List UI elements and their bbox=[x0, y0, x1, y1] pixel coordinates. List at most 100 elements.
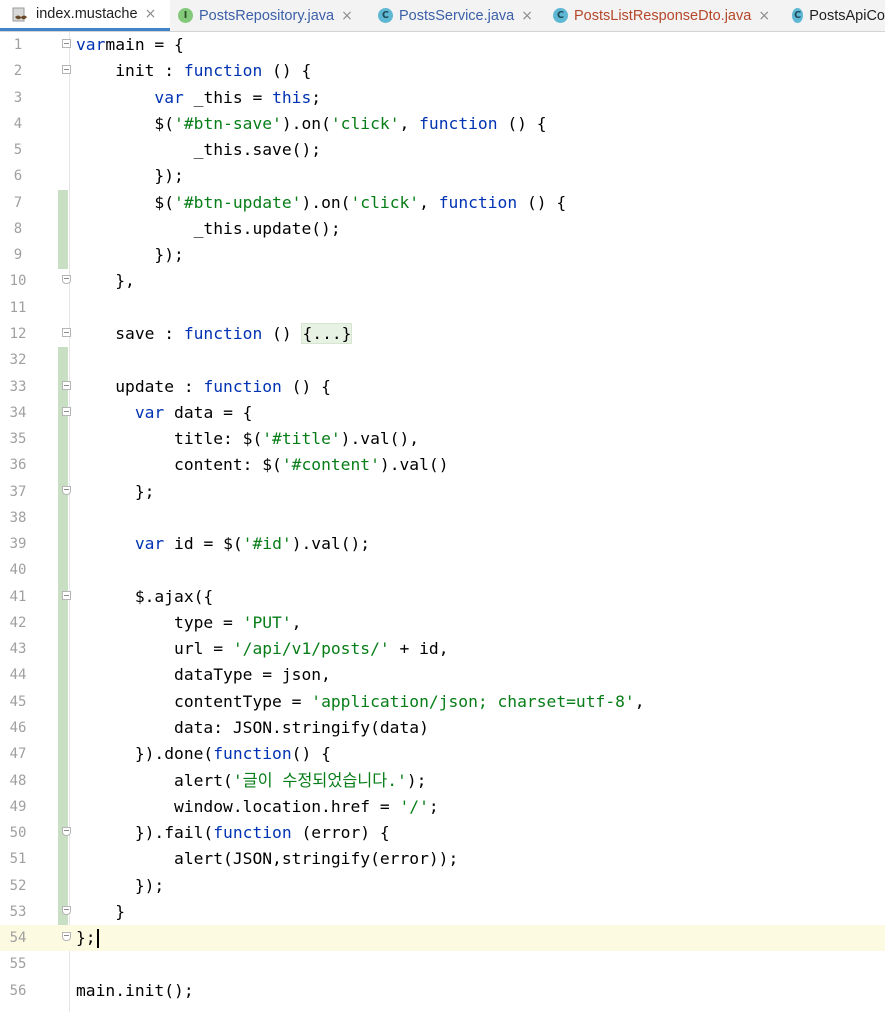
tab-label: index.mustache bbox=[36, 6, 138, 22]
line-number: 55 bbox=[9, 956, 27, 973]
code-text: url = '/api/v1/posts/' + id, bbox=[76, 639, 449, 659]
fold-marker-icon[interactable] bbox=[62, 827, 71, 837]
keyword-token: var bbox=[154, 87, 184, 107]
tab-label: PostsRepository.java bbox=[199, 7, 335, 24]
code-text: type = 'PUT', bbox=[76, 613, 301, 633]
fold-marker-icon[interactable] bbox=[62, 905, 71, 915]
folded-code-block[interactable]: {...} bbox=[301, 322, 353, 344]
code-line[interactable]: 43 url = '/api/v1/posts/' + id, bbox=[0, 636, 885, 662]
code-token: type = bbox=[76, 612, 243, 632]
code-text: }, bbox=[76, 271, 135, 291]
line-number: 48 bbox=[9, 772, 27, 789]
fold-marker-icon[interactable] bbox=[62, 485, 71, 495]
code-line[interactable]: 10 }, bbox=[0, 268, 885, 294]
code-line[interactable]: 50 }).fail(function (error) { bbox=[0, 820, 885, 846]
fold-marker-icon[interactable] bbox=[62, 406, 71, 416]
code-line[interactable]: 36 content: $('#content').val() bbox=[0, 452, 885, 478]
close-icon[interactable]: × bbox=[341, 8, 353, 24]
code-text: update : function () { bbox=[76, 377, 331, 397]
code-line[interactable]: 33 update : function () { bbox=[0, 374, 885, 400]
code-line[interactable]: 44 dataType = json, bbox=[0, 662, 885, 688]
code-line[interactable]: 42 type = 'PUT', bbox=[0, 610, 885, 636]
code-token: ; bbox=[311, 87, 322, 107]
code-line[interactable]: 54}; bbox=[0, 925, 885, 952]
code-line[interactable]: 40 bbox=[0, 557, 885, 583]
code-token: save : bbox=[76, 323, 184, 343]
code-token: alert( bbox=[76, 770, 233, 790]
code-text: contentType = 'application/json; charset… bbox=[76, 692, 645, 712]
tab-posts-repository[interactable]: I PostsRepository.java × bbox=[178, 0, 368, 31]
code-token: () { bbox=[517, 192, 567, 212]
code-line[interactable]: 41 $.ajax({ bbox=[0, 584, 885, 610]
mustache-file-icon bbox=[12, 7, 30, 22]
line-number: 4 bbox=[13, 115, 23, 132]
code-line[interactable]: 9 }); bbox=[0, 242, 885, 268]
code-token: content: $( bbox=[76, 455, 282, 475]
code-token: url = bbox=[76, 639, 233, 659]
code-line[interactable]: 39 var id = $('#id').val(); bbox=[0, 531, 885, 557]
code-line[interactable]: 52 }); bbox=[0, 873, 885, 899]
fold-marker-icon[interactable] bbox=[62, 39, 71, 48]
code-text: $.ajax({ bbox=[76, 587, 213, 607]
code-line[interactable]: 2 init : function () { bbox=[0, 58, 885, 84]
code-text: }); bbox=[76, 876, 164, 896]
tab-posts-api-controller[interactable]: C PostsApiCo bbox=[792, 0, 885, 31]
code-text: window.location.href = '/'; bbox=[76, 797, 439, 817]
code-token: () { bbox=[497, 113, 547, 133]
code-line[interactable]: 35 title: $('#title').val(), bbox=[0, 426, 885, 452]
string-token: '#title' bbox=[262, 429, 341, 449]
code-line[interactable]: 12 save : function () {...} bbox=[0, 321, 885, 347]
code-line[interactable]: 3 var _this = this; bbox=[0, 85, 885, 111]
line-number: 33 bbox=[9, 378, 27, 395]
line-number: 42 bbox=[9, 614, 27, 631]
code-line[interactable]: 45 contentType = 'application/json; char… bbox=[0, 689, 885, 715]
code-token: data: JSON.stringify(data) bbox=[76, 718, 429, 738]
fold-marker-icon[interactable] bbox=[62, 65, 71, 75]
tab-index-mustache[interactable]: index.mustache × bbox=[0, 0, 170, 31]
code-line[interactable]: 7 $('#btn-update').on('click', function … bbox=[0, 190, 885, 216]
code-token: $.ajax({ bbox=[76, 586, 214, 606]
code-line[interactable]: 34 var data = { bbox=[0, 400, 885, 426]
string-token: '#content' bbox=[281, 455, 380, 475]
code-line[interactable]: 51 alert(JSON,stringify(error)); bbox=[0, 846, 885, 872]
code-line[interactable]: 1 varmain = { bbox=[0, 32, 885, 58]
code-line[interactable]: 53 } bbox=[0, 899, 885, 925]
expand-fold-icon[interactable] bbox=[62, 327, 71, 337]
fold-marker-icon[interactable] bbox=[62, 380, 71, 390]
code-line[interactable]: 37 }; bbox=[0, 479, 885, 505]
code-line[interactable]: 55 bbox=[0, 951, 885, 977]
keyword-token: function bbox=[183, 323, 263, 343]
tab-posts-list-response-dto[interactable]: C PostsListResponseDto.java × bbox=[553, 0, 783, 31]
code-token: ); bbox=[406, 770, 427, 790]
fold-marker-icon[interactable] bbox=[62, 590, 71, 600]
code-text: }; bbox=[76, 928, 99, 949]
fold-marker-icon[interactable] bbox=[62, 932, 71, 942]
code-text: $('#btn-update').on('click', function ()… bbox=[76, 193, 566, 213]
fold-marker-icon[interactable] bbox=[62, 275, 71, 285]
code-line[interactable]: 5 _this.save(); bbox=[0, 137, 885, 163]
code-line[interactable]: 4 $('#btn-save').on('click', function ()… bbox=[0, 111, 885, 137]
close-icon[interactable]: × bbox=[521, 8, 533, 24]
code-line[interactable]: 8 _this.update(); bbox=[0, 216, 885, 242]
code-token: data = { bbox=[164, 402, 253, 422]
code-line[interactable]: 38 bbox=[0, 505, 885, 531]
code-line[interactable]: 46 data: JSON.stringify(data) bbox=[0, 715, 885, 741]
line-number: 5 bbox=[13, 142, 23, 159]
code-line[interactable]: 47 }).done(function() { bbox=[0, 741, 885, 767]
close-icon[interactable]: × bbox=[758, 8, 770, 24]
tab-posts-service[interactable]: C PostsService.java × bbox=[378, 0, 543, 31]
class-icon: C bbox=[553, 8, 568, 23]
editor-tab-bar: index.mustache × I PostsRepository.java … bbox=[0, 0, 885, 32]
keyword-token: function bbox=[203, 376, 282, 396]
code-editor[interactable]: 1 varmain = {2 init : function () {3 var … bbox=[0, 32, 885, 1012]
code-line[interactable]: 6 }); bbox=[0, 163, 885, 189]
close-icon[interactable]: × bbox=[145, 6, 157, 22]
code-line[interactable]: 11 bbox=[0, 295, 885, 321]
line-number: 1 bbox=[13, 37, 23, 53]
code-line[interactable]: 32 bbox=[0, 347, 885, 373]
code-line[interactable]: 56 main.init(); bbox=[0, 978, 885, 1004]
code-line[interactable]: 49 window.location.href = '/'; bbox=[0, 794, 885, 820]
code-line[interactable]: 48 alert('글이 수정되었습니다.'); bbox=[0, 768, 885, 794]
line-number: 3 bbox=[13, 89, 23, 106]
